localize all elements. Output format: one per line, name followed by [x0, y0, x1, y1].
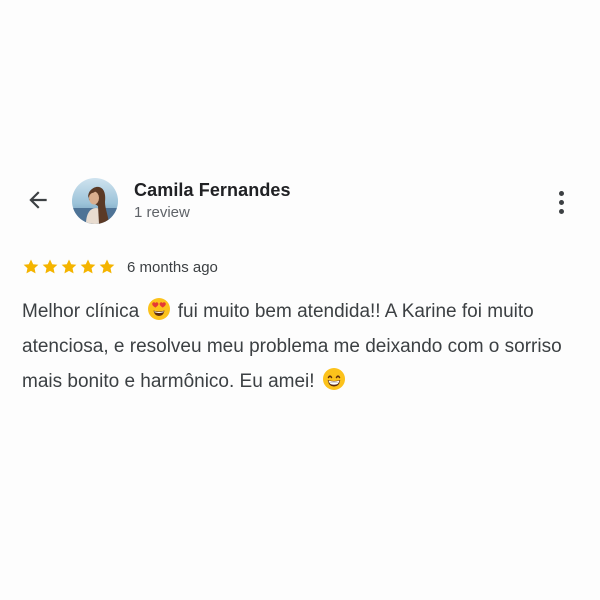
more-vert-icon-dot: [558, 199, 564, 205]
review-text-part1: Melhor clínica: [22, 301, 140, 322]
review-date: 6 months ago: [127, 258, 218, 276]
rating-row: 6 months ago: [22, 256, 218, 278]
more-vert-icon-dot: [558, 208, 564, 214]
star-icon: [99, 259, 115, 274]
star-icon: [80, 259, 96, 274]
grinning-emoji-icon: [322, 367, 346, 391]
review-text: Melhor clínica fui muito bem atendida!! …: [22, 294, 582, 399]
star-rating: [22, 258, 116, 276]
review-count: 1 review: [134, 204, 190, 221]
star-icon: [23, 259, 39, 274]
arrow-left-icon: [25, 187, 51, 218]
more-options-button[interactable]: [548, 186, 574, 218]
star-icon: [42, 259, 58, 274]
more-vert-icon: [558, 190, 564, 196]
review-card: Camila Fernandes 1 review 6 months ago M…: [0, 0, 600, 600]
reviewer-name[interactable]: Camila Fernandes: [134, 180, 291, 201]
avatar[interactable]: [72, 178, 118, 224]
star-icon: [61, 259, 77, 274]
heart-eyes-emoji-icon: [147, 297, 171, 321]
back-button[interactable]: [22, 186, 54, 218]
